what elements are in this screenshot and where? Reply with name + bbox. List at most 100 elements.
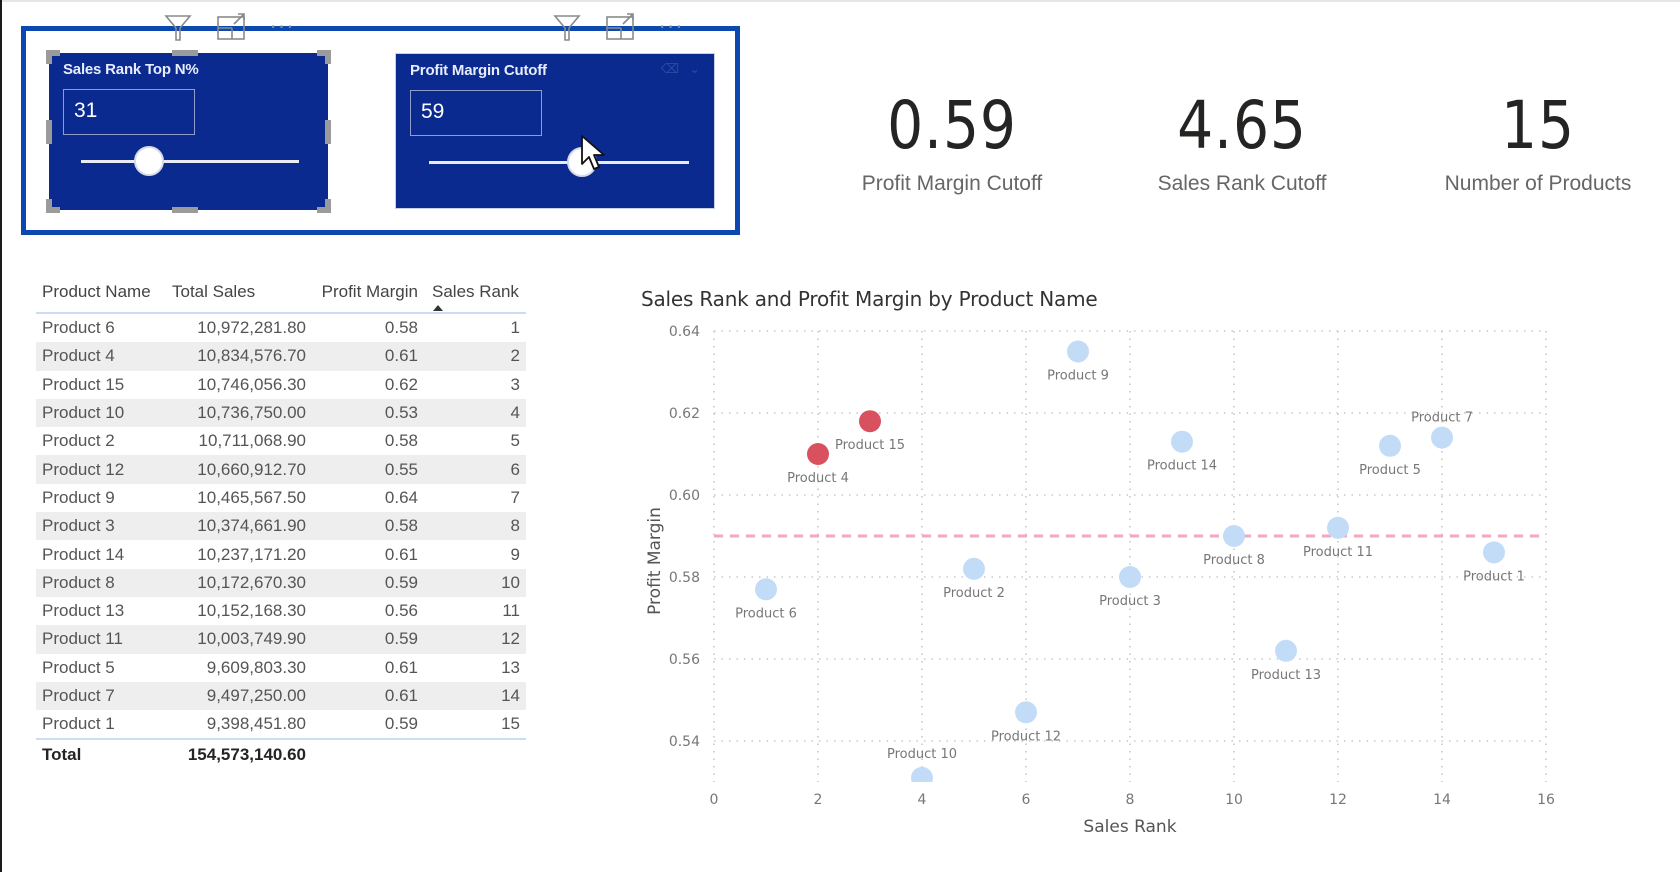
data-point-label: Product 8 bbox=[1203, 553, 1265, 568]
table-row[interactable]: Product 1 9,398,451.80 0.59 15 bbox=[36, 710, 526, 738]
table-row[interactable]: Product 6 10,972,281.80 0.58 1 bbox=[36, 314, 526, 342]
table-row[interactable]: Product 11 10,003,749.90 0.59 12 bbox=[36, 625, 526, 654]
resize-handle[interactable] bbox=[46, 50, 52, 64]
cell-sales-rank: 5 bbox=[510, 431, 520, 451]
y-tick-label: 0.62 bbox=[669, 406, 700, 422]
column-header-total-sales[interactable]: Total Sales bbox=[166, 282, 306, 302]
cell-total-sales: 10,736,750.00 bbox=[197, 403, 306, 423]
slicer-value-input[interactable]: 59 bbox=[410, 90, 542, 136]
sort-ascending-icon bbox=[433, 305, 443, 311]
y-tick-label: 0.64 bbox=[669, 324, 700, 340]
cell-sales-rank: 14 bbox=[501, 686, 520, 705]
kpi-card-sales-rank-cutoff: 4.65 Sales Rank Cutoff bbox=[1102, 88, 1382, 196]
data-point[interactable] bbox=[1067, 340, 1089, 363]
data-point[interactable] bbox=[911, 766, 933, 789]
data-point[interactable] bbox=[1171, 430, 1193, 453]
cell-profit-margin: 0.61 bbox=[384, 346, 418, 366]
top-border bbox=[0, 0, 1680, 2]
cell-product-name: Product 11 bbox=[42, 629, 123, 649]
slider-track[interactable] bbox=[81, 160, 299, 163]
table-row[interactable]: Product 8 10,172,670.30 0.59 10 bbox=[36, 568, 526, 597]
cell-sales-rank: 7 bbox=[510, 487, 520, 507]
slicer-profit-margin-cutoff[interactable]: Profit Margin Cutoff ⌫ ⌄ 59 bbox=[395, 53, 715, 209]
table-row[interactable]: Product 15 10,746,056.30 0.62 3 bbox=[36, 371, 526, 399]
data-point[interactable] bbox=[1431, 426, 1453, 449]
chevron-down-icon[interactable]: ⌄ bbox=[689, 62, 700, 77]
data-point-label: Product 6 bbox=[735, 606, 797, 621]
slicer-2-header-toolbar: ··· bbox=[551, 12, 684, 42]
data-point[interactable] bbox=[1119, 566, 1141, 588]
cell-sales-rank: 4 bbox=[510, 403, 520, 423]
filter-icon[interactable] bbox=[551, 12, 583, 42]
filter-icon[interactable] bbox=[162, 12, 194, 42]
table-row[interactable]: Product 10 10,736,750.00 0.53 4 bbox=[36, 398, 526, 428]
more-options-icon[interactable]: ··· bbox=[659, 17, 684, 37]
focus-mode-icon[interactable] bbox=[216, 12, 248, 42]
x-tick-label: 0 bbox=[710, 792, 719, 808]
data-point[interactable] bbox=[859, 410, 881, 433]
cell-sales-rank: 11 bbox=[502, 601, 520, 621]
cell-product-name: Product 3 bbox=[42, 516, 115, 536]
data-point[interactable] bbox=[1483, 541, 1505, 564]
slicer-tools: ⌫ ⌄ bbox=[661, 62, 700, 77]
slicer-sales-rank-top-n[interactable]: Sales Rank Top N% 31 bbox=[49, 53, 328, 210]
data-point[interactable] bbox=[1223, 525, 1245, 547]
data-point-label: Product 12 bbox=[991, 729, 1061, 744]
table-row[interactable]: Product 2 10,711,068.90 0.58 5 bbox=[36, 427, 526, 455]
data-point[interactable] bbox=[1327, 516, 1349, 539]
cell-sales-rank: 2 bbox=[510, 346, 520, 366]
slicer-1-header-toolbar: ··· bbox=[162, 12, 295, 42]
table-row[interactable]: Product 7 9,497,250.00 0.61 14 bbox=[36, 681, 526, 711]
cell-profit-margin: 0.61 bbox=[384, 686, 418, 705]
data-point-label: Product 7 bbox=[1411, 411, 1473, 426]
data-point[interactable] bbox=[1379, 434, 1401, 457]
cell-product-name: Product 13 bbox=[42, 601, 125, 621]
data-point[interactable] bbox=[755, 578, 777, 601]
table-row[interactable]: Product 5 9,609,803.30 0.61 13 bbox=[36, 654, 526, 682]
data-point[interactable] bbox=[963, 557, 985, 580]
cell-sales-rank: 8 bbox=[510, 516, 520, 536]
table-row[interactable]: Product 9 10,465,567.50 0.64 7 bbox=[36, 484, 526, 512]
cell-profit-margin: 0.59 bbox=[384, 629, 418, 649]
eraser-icon[interactable]: ⌫ bbox=[661, 62, 679, 77]
data-point[interactable] bbox=[807, 443, 829, 465]
column-header-product-name[interactable]: Product Name bbox=[36, 282, 166, 302]
table-header: Product Name Total Sales Profit Margin S… bbox=[36, 272, 526, 314]
cell-product-name: Product 6 bbox=[42, 318, 115, 338]
cell-sales-rank: 1 bbox=[510, 318, 520, 338]
cell-total-sales: 10,152,168.30 bbox=[197, 601, 306, 621]
column-header-sales-rank[interactable]: Sales Rank bbox=[422, 282, 526, 302]
resize-handle[interactable] bbox=[172, 207, 198, 213]
resize-handle[interactable] bbox=[172, 50, 198, 56]
kpi-label: Sales Rank Cutoff bbox=[1157, 172, 1327, 195]
slider-handle[interactable] bbox=[133, 146, 164, 176]
data-point-label: Product 4 bbox=[787, 471, 849, 486]
more-options-icon[interactable]: ··· bbox=[270, 17, 295, 37]
cell-product-name: Product 15 bbox=[42, 374, 125, 394]
cell-total-sales: 10,003,749.90 bbox=[197, 629, 306, 649]
table-row[interactable]: Product 12 10,660,912.70 0.55 6 bbox=[36, 455, 526, 484]
focus-mode-icon[interactable] bbox=[605, 12, 637, 42]
total-label: Total bbox=[42, 745, 82, 765]
column-header-profit-margin[interactable]: Profit Margin bbox=[306, 282, 422, 302]
resize-handle[interactable] bbox=[325, 50, 331, 64]
resize-handle[interactable] bbox=[325, 120, 331, 144]
table-row[interactable]: Product 3 10,374,661.90 0.58 8 bbox=[36, 512, 526, 541]
cell-profit-margin: 0.58 bbox=[384, 516, 418, 536]
resize-handle[interactable] bbox=[46, 199, 52, 213]
table-row[interactable]: Product 13 10,152,168.30 0.56 11 bbox=[36, 597, 526, 625]
cell-profit-margin: 0.61 bbox=[384, 657, 418, 677]
data-point[interactable] bbox=[1275, 639, 1297, 662]
slider-track[interactable] bbox=[429, 161, 689, 164]
table-total-row: Total 154,573,140.60 bbox=[36, 738, 526, 770]
slicer-value-input[interactable]: 31 bbox=[63, 89, 195, 135]
kpi-label: Profit Margin Cutoff bbox=[861, 172, 1043, 195]
cell-total-sales: 10,972,281.80 bbox=[197, 318, 306, 338]
data-point[interactable] bbox=[1015, 701, 1037, 724]
cell-sales-rank: 15 bbox=[501, 714, 520, 734]
table-row[interactable]: Product 14 10,237,171.20 0.61 9 bbox=[36, 540, 526, 568]
resize-handle[interactable] bbox=[46, 120, 52, 144]
resize-handle[interactable] bbox=[325, 199, 331, 213]
cell-sales-rank: 6 bbox=[510, 459, 520, 479]
table-row[interactable]: Product 4 10,834,576.70 0.61 2 bbox=[36, 342, 526, 371]
